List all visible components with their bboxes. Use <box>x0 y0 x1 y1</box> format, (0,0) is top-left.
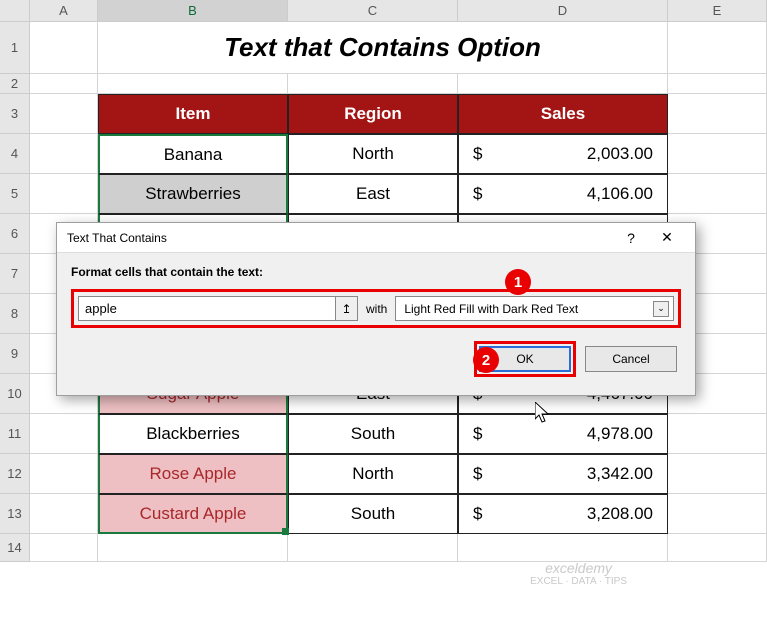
text-that-contains-dialog: Text That Contains ? ✕ Format cells that… <box>56 222 696 396</box>
cell-E1[interactable] <box>668 22 767 74</box>
table-header-sales[interactable]: Sales <box>458 94 668 134</box>
select-all-corner[interactable] <box>0 0 30 21</box>
row-header-5[interactable]: 5 <box>0 174 30 214</box>
table-header-region[interactable]: Region <box>288 94 458 134</box>
cell-D14[interactable] <box>458 534 668 562</box>
dialog-format-selected: Light Red Fill with Dark Red Text <box>404 302 578 316</box>
col-header-B[interactable]: B <box>98 0 288 21</box>
row-header-9[interactable]: 9 <box>0 334 30 374</box>
cell-C2[interactable] <box>288 74 458 94</box>
row-header-2[interactable]: 2 <box>0 74 30 94</box>
item-cell[interactable]: Rose Apple <box>98 454 288 494</box>
item-cell[interactable]: Blackberries <box>98 414 288 454</box>
sales-value: 2,003.00 <box>587 144 653 164</box>
sales-cell[interactable]: $3,208.00 <box>458 494 668 534</box>
sales-value: 3,208.00 <box>587 504 653 524</box>
cell-D2[interactable] <box>458 74 668 94</box>
item-cell[interactable]: Custard Apple <box>98 494 288 534</box>
cell-A2[interactable] <box>30 74 98 94</box>
col-header-D[interactable]: D <box>458 0 668 21</box>
sales-cell[interactable]: $4,106.00 <box>458 174 668 214</box>
region-cell[interactable]: North <box>288 454 458 494</box>
dialog-close-button[interactable]: ✕ <box>649 229 685 246</box>
cell-A12[interactable] <box>30 454 98 494</box>
range-selector-icon: ↥ <box>341 302 351 316</box>
currency-symbol: $ <box>473 504 482 524</box>
watermark: exceldemy EXCEL · DATA · TIPS <box>530 560 627 587</box>
sales-value: 3,342.00 <box>587 464 653 484</box>
row-header-6[interactable]: 6 <box>0 214 30 254</box>
col-header-C[interactable]: C <box>288 0 458 21</box>
sales-cell[interactable]: $2,003.00 <box>458 134 668 174</box>
col-header-E[interactable]: E <box>668 0 767 21</box>
currency-symbol: $ <box>473 464 482 484</box>
sales-cell[interactable]: $3,342.00 <box>458 454 668 494</box>
cell-A3[interactable] <box>30 94 98 134</box>
cell-E2[interactable] <box>668 74 767 94</box>
dialog-help-button[interactable]: ? <box>613 230 649 246</box>
cell-E14[interactable] <box>668 534 767 562</box>
cell-B14[interactable] <box>98 534 288 562</box>
cell-A5[interactable] <box>30 174 98 214</box>
sales-value: 4,106.00 <box>587 184 653 204</box>
dialog-format-dropdown[interactable]: Light Red Fill with Dark Red Text ⌄ <box>395 296 674 321</box>
region-cell[interactable]: North <box>288 134 458 174</box>
dialog-titlebar[interactable]: Text That Contains ? ✕ <box>57 223 695 253</box>
row-header-14[interactable]: 14 <box>0 534 30 562</box>
callout-badge-1: 1 <box>505 269 531 295</box>
row-header-1[interactable]: 1 <box>0 22 30 74</box>
dialog-instruction-label: Format cells that contain the text: <box>71 265 681 279</box>
row-header-12[interactable]: 12 <box>0 454 30 494</box>
cell-C14[interactable] <box>288 534 458 562</box>
watermark-brand: exceldemy <box>530 560 627 576</box>
sales-cell[interactable]: $4,978.00 <box>458 414 668 454</box>
cell-A1[interactable] <box>30 22 98 74</box>
row-header-13[interactable]: 13 <box>0 494 30 534</box>
sales-value: 4,978.00 <box>587 424 653 444</box>
page-title: Text that Contains Option <box>98 32 667 63</box>
row-header-11[interactable]: 11 <box>0 414 30 454</box>
cell-A14[interactable] <box>30 534 98 562</box>
cell-E11[interactable] <box>668 414 767 454</box>
table-header-item[interactable]: Item <box>98 94 288 134</box>
dialog-with-label: with <box>366 302 387 316</box>
cell-A4[interactable] <box>30 134 98 174</box>
dialog-text-input-wrapper: ↥ <box>78 296 358 321</box>
region-cell[interactable]: South <box>288 414 458 454</box>
watermark-tag: EXCEL · DATA · TIPS <box>530 576 627 587</box>
dialog-text-input[interactable] <box>79 297 335 320</box>
cell-E12[interactable] <box>668 454 767 494</box>
cell-A11[interactable] <box>30 414 98 454</box>
row-header-8[interactable]: 8 <box>0 294 30 334</box>
row-header-3[interactable]: 3 <box>0 94 30 134</box>
cancel-button[interactable]: Cancel <box>585 346 677 372</box>
range-selector-button[interactable]: ↥ <box>335 297 357 320</box>
region-cell[interactable]: East <box>288 174 458 214</box>
row-header-7[interactable]: 7 <box>0 254 30 294</box>
dialog-input-row-highlight: ↥ with Light Red Fill with Dark Red Text… <box>71 289 681 328</box>
cell-E3[interactable] <box>668 94 767 134</box>
cell-B2[interactable] <box>98 74 288 94</box>
col-header-A[interactable]: A <box>30 0 98 21</box>
currency-symbol: $ <box>473 184 482 204</box>
region-cell[interactable]: South <box>288 494 458 534</box>
row-header-10[interactable]: 10 <box>0 374 30 414</box>
cell-E5[interactable] <box>668 174 767 214</box>
row-header-4[interactable]: 4 <box>0 134 30 174</box>
title-cell[interactable]: Text that Contains Option <box>98 22 668 74</box>
item-cell[interactable]: Strawberries <box>98 174 288 214</box>
callout-badge-2: 2 <box>473 347 499 373</box>
dropdown-chevron-icon: ⌄ <box>653 301 669 317</box>
item-cell[interactable]: Banana <box>98 134 288 174</box>
column-header-row: A B C D E <box>0 0 767 22</box>
currency-symbol: $ <box>473 424 482 444</box>
cell-A13[interactable] <box>30 494 98 534</box>
cell-E4[interactable] <box>668 134 767 174</box>
currency-symbol: $ <box>473 144 482 164</box>
dialog-title-text: Text That Contains <box>67 231 167 245</box>
cell-E13[interactable] <box>668 494 767 534</box>
fill-handle[interactable] <box>282 528 289 535</box>
